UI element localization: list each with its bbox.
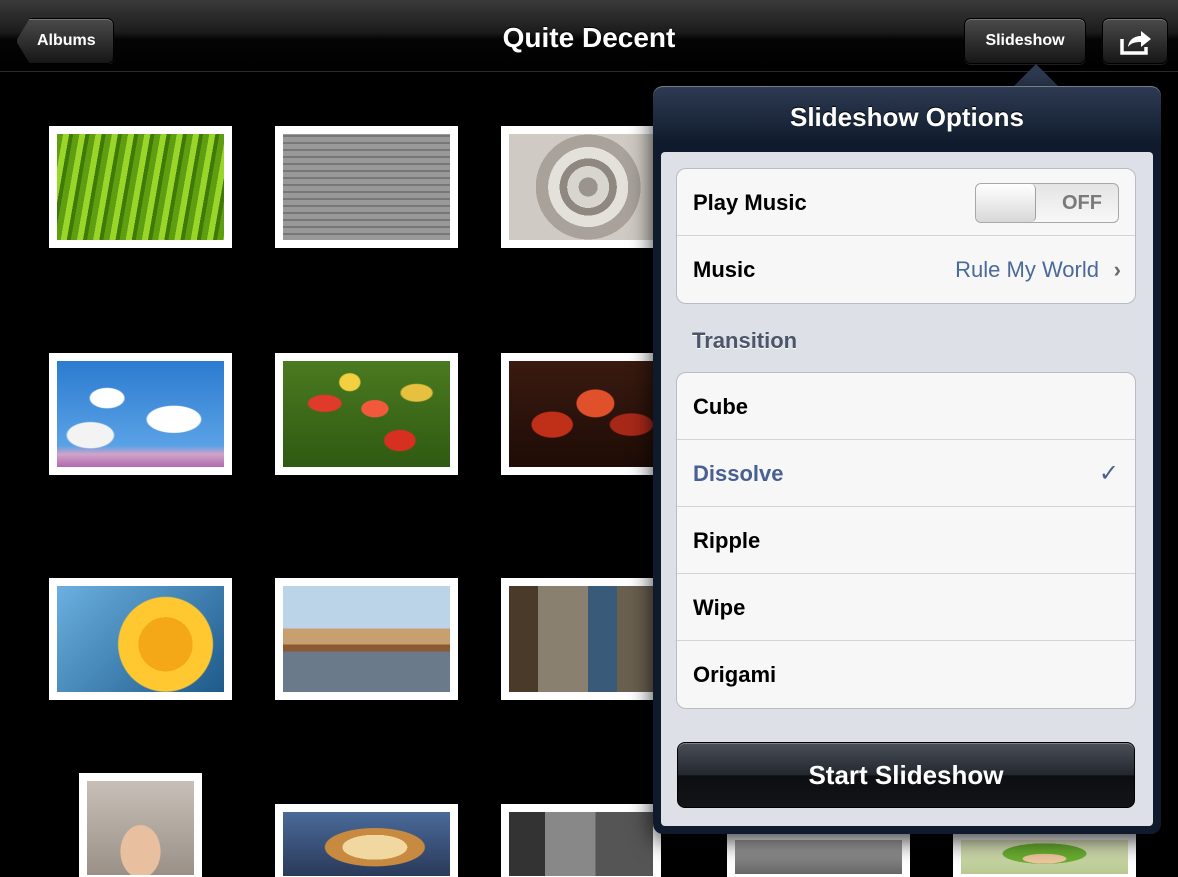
photo-portrait: [87, 781, 194, 875]
music-row[interactable]: Music Rule My World ›: [677, 236, 1135, 303]
photo-street: [509, 586, 653, 692]
photo-bw-field: [735, 840, 902, 874]
photo-thumbnail[interactable]: [727, 832, 910, 877]
transition-option-cube[interactable]: Cube: [677, 373, 1135, 440]
share-button[interactable]: [1102, 18, 1168, 64]
photo-thumbnail[interactable]: [275, 353, 458, 475]
transition-label: Origami: [693, 662, 777, 687]
transition-label: Cube: [693, 394, 748, 419]
slideshow-button[interactable]: Slideshow: [964, 18, 1086, 64]
music-value: Rule My World: [955, 257, 1099, 282]
popover-content: Play Music OFF Music Rule My World › Tra…: [661, 152, 1153, 826]
photo-thumbnail[interactable]: [49, 353, 232, 475]
photo-thumbnail[interactable]: [49, 578, 232, 700]
photo-sky: [57, 361, 224, 467]
play-music-row: Play Music OFF: [677, 169, 1135, 236]
photo-tulips-red: [509, 361, 653, 467]
play-music-toggle[interactable]: OFF: [975, 183, 1119, 223]
photo-thumbnail[interactable]: [501, 126, 661, 248]
transition-label: Ripple: [693, 528, 761, 553]
photo-tulips: [283, 361, 450, 467]
photo-spiral: [509, 134, 653, 240]
navigation-bar: Albums Quite Decent Slideshow: [0, 0, 1178, 72]
slideshow-options-popover: Slideshow Options Play Music OFF Music R…: [653, 86, 1161, 834]
play-music-label: Play Music: [693, 190, 807, 215]
start-slideshow-button[interactable]: Start Slideshow: [677, 742, 1135, 808]
transition-option-wipe[interactable]: Wipe: [677, 574, 1135, 641]
transition-options-group: Cube Dissolve ✓ Ripple Wipe Origami: [676, 372, 1136, 709]
photo-thumbnail[interactable]: [501, 353, 661, 475]
photo-dessert: [283, 812, 450, 876]
transition-section-header: Transition: [692, 328, 798, 353]
transition-label: Wipe: [693, 595, 746, 620]
photo-thumbnail[interactable]: [275, 578, 458, 700]
popover-arrow: [1012, 64, 1060, 88]
toggle-knob: [976, 184, 1036, 222]
transition-option-dissolve[interactable]: Dissolve ✓: [677, 440, 1135, 507]
photo-thumbnail[interactable]: [275, 126, 458, 248]
photo-grass: [57, 134, 224, 240]
chevron-right-icon: ›: [1113, 257, 1121, 282]
checkmark-icon: ✓: [1098, 460, 1119, 487]
share-arrow-icon: [1120, 31, 1151, 55]
toggle-state-label: OFF: [1062, 192, 1102, 214]
transition-label: Dissolve: [693, 461, 784, 486]
photo-thumbnail[interactable]: [501, 578, 661, 700]
photo-thumbnail[interactable]: [953, 832, 1136, 877]
photo-baby: [961, 840, 1128, 874]
photo-bw-street: [509, 812, 653, 876]
photo-thumbnail[interactable]: [275, 804, 458, 877]
photo-flower: [57, 586, 224, 692]
photo-cafe: [283, 134, 450, 240]
popover-title: Slideshow Options: [789, 102, 1024, 132]
photo-thumbnail[interactable]: [79, 773, 202, 877]
photo-boats: [283, 586, 450, 692]
photo-thumbnail[interactable]: [501, 804, 661, 877]
photo-thumbnail[interactable]: [49, 126, 232, 248]
music-label: Music: [693, 257, 756, 282]
transition-option-ripple[interactable]: Ripple: [677, 507, 1135, 574]
music-settings-group: Play Music OFF Music Rule My World ›: [676, 168, 1136, 304]
transition-option-origami[interactable]: Origami: [677, 641, 1135, 708]
